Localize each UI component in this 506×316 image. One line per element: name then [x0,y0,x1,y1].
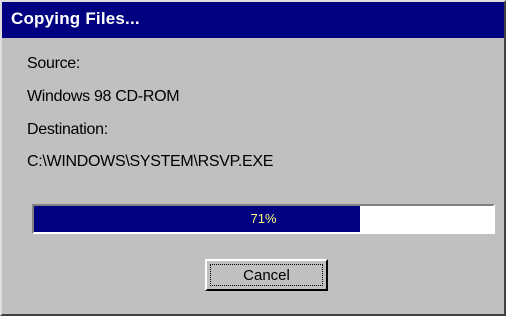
source-value: Windows 98 CD-ROM [27,88,180,105]
title-bar[interactable]: Copying Files... [2,2,504,38]
cancel-button[interactable]: Cancel [205,259,328,291]
destination-label: Destination: [27,121,108,138]
progress-bar: 71% [32,204,495,234]
destination-value: C:\WINDOWS\SYSTEM\RSVP.EXE [27,153,274,170]
window-title: Copying Files... [11,9,140,28]
cancel-button-label: Cancel [210,264,323,286]
copying-files-dialog: Copying Files... Source: Windows 98 CD-R… [0,0,506,316]
progress-percent-label: 71% [250,211,277,226]
source-label: Source: [27,55,81,72]
